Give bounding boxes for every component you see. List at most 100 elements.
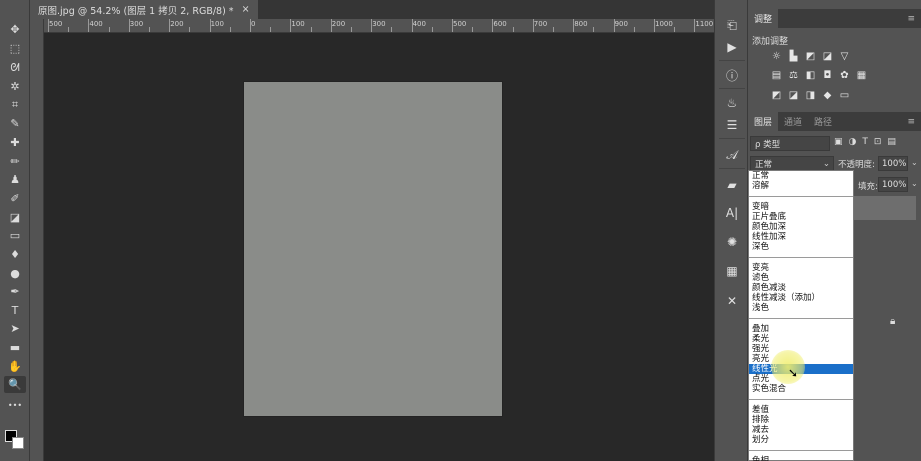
blend-mode-option[interactable]: 点光 [749,374,853,384]
color-lookup-icon[interactable]: ▦ [855,69,868,81]
tool-presets-icon[interactable]: ✕ [721,292,743,310]
eraser-tool-icon[interactable]: ◪ [4,209,26,226]
color-balance-icon[interactable]: ⚖ [787,69,800,81]
blend-mode-option[interactable]: 变暗 [749,202,853,212]
blend-mode-option[interactable]: 实色混合 [749,384,853,394]
selective-color-icon[interactable]: ◆ [821,89,834,101]
lasso-tool-icon[interactable]: ᘛ [4,59,26,76]
brightness-icon[interactable]: ☼ [770,50,783,62]
move-tool-icon[interactable]: ✥ [4,21,26,38]
blend-mode-option[interactable]: 线性加深 [749,232,853,242]
character-panel-icon[interactable]: 𝒜 [721,146,743,164]
blend-mode-option[interactable]: 差值 [749,405,853,415]
curves-icon[interactable]: ◩ [804,50,817,62]
rectangle-tool-icon[interactable]: ▬ [4,339,26,356]
blend-mode-option[interactable]: 排除 [749,415,853,425]
vertical-ruler[interactable] [30,19,44,461]
chevron-down-icon[interactable]: ⌄ [911,158,918,167]
blend-mode-option[interactable]: 深色 [749,242,853,252]
type-tool-icon[interactable]: T [4,302,26,319]
opacity-field[interactable]: 100% [878,156,908,171]
blend-mode-option[interactable]: 变亮 [749,263,853,273]
mouse-cursor-icon: ➘ [788,366,799,380]
blend-mode-option[interactable]: 浅色 [749,303,853,313]
blend-mode-option[interactable]: 柔光 [749,334,853,344]
blend-mode-option[interactable]: 溶解 [749,181,853,191]
posterize-icon[interactable]: ◪ [787,89,800,101]
marquee-tool-icon[interactable]: ⬚ [4,40,26,57]
blend-mode-option[interactable]: 色相 [749,456,853,461]
dodge-tool-icon[interactable]: ● [4,265,26,282]
channel-mixer-icon[interactable]: ✿ [838,69,851,81]
history-panel-icon[interactable]: ⎗ [721,16,743,34]
document-canvas[interactable] [244,82,502,416]
invert-icon[interactable]: ◩ [770,89,783,101]
vibrance-icon[interactable]: ▽ [838,50,851,62]
zoom-tool-icon[interactable]: 🔍 [4,376,26,393]
layer-row[interactable] [854,196,916,220]
magic-wand-tool-icon[interactable]: ✲ [4,78,26,95]
tab-layers[interactable]: 图层 [748,112,779,131]
healing-brush-tool-icon[interactable]: ✚ [4,134,26,151]
blend-mode-option[interactable]: 正片叠底 [749,212,853,222]
hue-saturation-icon[interactable]: ▤ [770,69,783,81]
blend-mode-option[interactable]: 颜色减淡 [749,283,853,293]
color-wheel-icon[interactable]: ✺ [721,233,743,251]
background-color-swatch[interactable] [12,437,24,449]
blend-mode-option[interactable]: 颜色加深 [749,222,853,232]
info-panel-icon[interactable]: ⓘ [721,66,743,84]
chevron-down-icon[interactable]: ⌄ [911,179,918,188]
fill-field[interactable]: 100% [878,177,908,192]
blend-mode-option[interactable]: 正常 [749,171,853,181]
gradient-tool-icon[interactable]: ▭ [4,227,26,244]
properties-panel-icon[interactable]: ☰ [721,116,743,134]
adjustment-filter-icon[interactable]: ◑ [849,137,857,147]
blend-mode-option[interactable]: 叠加 [749,324,853,334]
shape-filter-icon[interactable]: ⊡ [874,137,882,147]
panel-menu-icon[interactable]: ≡ [907,14,915,24]
exposure-icon[interactable]: ◪ [821,50,834,62]
tab-adjustments[interactable]: 调整 [748,9,779,28]
smart-object-filter-icon[interactable]: ▤ [887,137,896,147]
close-icon[interactable]: × [242,4,250,15]
blend-mode-option[interactable]: 线性减淡（添加） [749,293,853,303]
lock-icon[interactable]: 🔒︎ [890,316,895,327]
navigator-panel-icon[interactable]: ▦ [721,262,743,280]
libraries-panel-icon[interactable]: ▰ [721,176,743,194]
type-filter-icon[interactable]: T [862,137,868,147]
panel-menu-icon[interactable]: ≡ [907,117,915,127]
photo-filter-icon[interactable]: ◘ [821,69,834,81]
levels-icon[interactable]: ▙ [787,50,800,62]
play-action-icon[interactable]: ▶ [721,38,743,56]
path-selection-tool-icon[interactable]: ➤ [4,320,26,337]
history-brush-tool-icon[interactable]: ✐ [4,190,26,207]
paragraph-panel-icon[interactable]: A| [721,204,743,222]
more-tools-icon[interactable]: ••• [4,397,26,414]
blend-mode-option[interactable]: 线性光 [749,364,853,374]
brush-panel-icon[interactable]: ♨ [721,94,743,112]
document-tab[interactable]: 原图.jpg @ 54.2% (图层 1 拷贝 2, RGB/8) * × [30,0,258,19]
gradient-map-icon[interactable]: ▭ [838,89,851,101]
horizontal-ruler[interactable]: 500 400 300 200 100 0 100 200 300 400 500 600 700 800… [44,19,714,33]
brush-tool-icon[interactable]: ✏ [4,153,26,170]
eyedropper-tool-icon[interactable]: ✎ [4,115,26,132]
threshold-icon[interactable]: ◨ [804,89,817,101]
tab-paths[interactable]: 路径 [808,112,838,131]
black-white-icon[interactable]: ◧ [804,69,817,81]
blend-mode-option[interactable]: 减去 [749,425,853,435]
canvas-area[interactable] [44,33,714,461]
blend-mode-list[interactable]: 正常 溶解变暗 正片叠底 颜色加深 线性加深 深色变亮 滤色 颜色减淡 线性减淡（添加） 浅色叠加… [748,170,854,461]
layer-filter-select[interactable]: ρ 类型 [750,136,830,151]
stamp-tool-icon[interactable]: ♟ [4,171,26,188]
blend-mode-option[interactable]: 滤色 [749,273,853,283]
tab-channels[interactable]: 通道 [778,112,808,131]
hand-tool-icon[interactable]: ✋ [4,358,26,375]
pen-tool-icon[interactable]: ✒ [4,283,26,300]
blend-mode-select[interactable]: 正常 ⌄ [750,156,834,171]
blend-mode-option[interactable]: 强光 [749,344,853,354]
blend-mode-option[interactable]: 划分 [749,435,853,445]
crop-tool-icon[interactable]: ⌗ [4,96,26,113]
image-filter-icon[interactable]: ▣ [834,137,843,147]
blend-mode-option[interactable]: 亮光 [749,354,853,364]
blur-tool-icon[interactable]: ♦ [4,246,26,263]
